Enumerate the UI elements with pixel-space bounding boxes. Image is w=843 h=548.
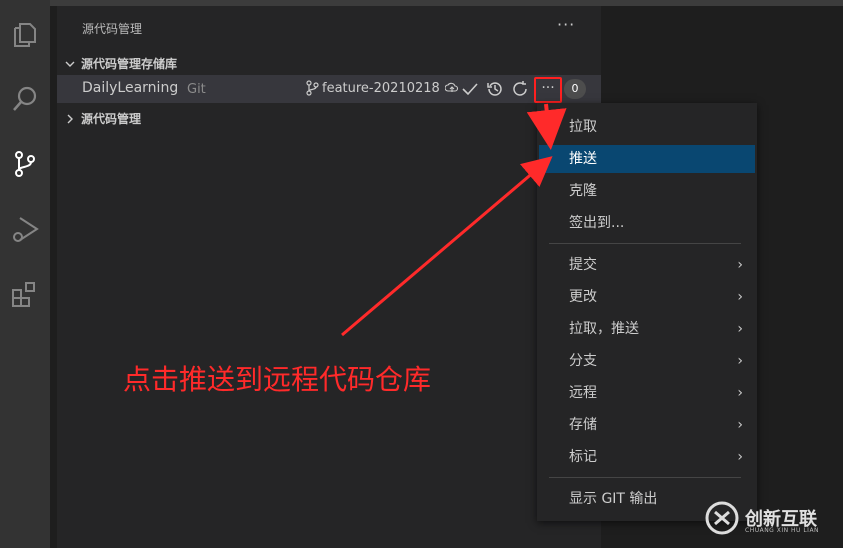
menu-separator [549,477,741,478]
watermark-logo: 创新互联 CHUANG XIN HU LIAN [703,499,839,539]
sidebar-title: 源代码管理 [82,22,143,36]
menu-item-changes[interactable]: 更改 › [539,283,755,311]
source-control-icon[interactable] [9,148,41,180]
submenu-arrow-icon: › [737,353,743,369]
run-debug-icon[interactable] [9,213,41,245]
repositories-section-label: 源代码管理存储库 [81,57,178,71]
menu-item-tags[interactable]: 标记 › [539,443,755,471]
scm-section-label: 源代码管理 [81,112,142,126]
chevron-down-icon [65,61,75,67]
menu-item-remote[interactable]: 远程 › [539,379,755,407]
repo-type: Git [187,82,206,97]
brand-logo-icon [705,501,739,535]
chevron-right-icon [67,114,73,123]
submenu-arrow-icon: › [737,417,743,433]
publish-cloud-icon [444,82,458,92]
search-icon[interactable] [9,83,41,115]
branch-button[interactable]: feature-20210218 [305,80,462,96]
scm-section-header[interactable]: 源代码管理 [63,110,141,127]
menu-separator [549,243,741,244]
menu-item-pull[interactable]: 拉取 [539,113,755,141]
submenu-arrow-icon: › [737,449,743,465]
menu-item-clone[interactable]: 克隆 [539,177,755,205]
repo-more-actions-button[interactable]: ··· [534,77,562,103]
watermark-sub: CHUANG XIN HU LIAN [745,527,820,534]
activity-bar [0,0,50,548]
explorer-icon[interactable] [9,18,41,50]
history-icon[interactable] [485,79,505,99]
branch-icon [306,80,319,96]
submenu-arrow-icon: › [737,385,743,401]
source-control-sidebar: 源代码管理 ··· 源代码管理存储库 DailyLearning Git fea… [57,6,601,548]
repositories-section-header[interactable]: 源代码管理存储库 [63,55,177,72]
menu-item-checkout[interactable]: 签出到... [539,209,755,237]
menu-item-commit[interactable]: 提交 › [539,251,755,279]
annotation-text: 点击推送到远程代码仓库 [123,363,432,396]
extensions-icon[interactable] [9,278,41,310]
repo-name: DailyLearning [82,80,179,96]
repo-context-menu: 拉取 推送 克隆 签出到... 提交 › 更改 › 拉取，推送 › 分支 › 远程 › 存… [537,103,757,521]
submenu-arrow-icon: › [737,257,743,273]
repository-row[interactable]: DailyLearning Git feature-20210218 ··· 0 [57,75,601,103]
menu-item-branch[interactable]: 分支 › [539,347,755,375]
submenu-arrow-icon: › [737,321,743,337]
changes-count-badge: 0 [564,79,586,99]
refresh-icon[interactable] [510,79,530,99]
submenu-arrow-icon: › [737,289,743,305]
branch-name: feature-20210218 [322,80,440,96]
commit-check-icon[interactable] [460,79,480,99]
menu-item-stash[interactable]: 存储 › [539,411,755,439]
menu-item-push[interactable]: 推送 [539,145,755,173]
sidebar-more-button[interactable]: ··· [557,15,575,34]
menu-item-pull-push[interactable]: 拉取，推送 › [539,315,755,343]
